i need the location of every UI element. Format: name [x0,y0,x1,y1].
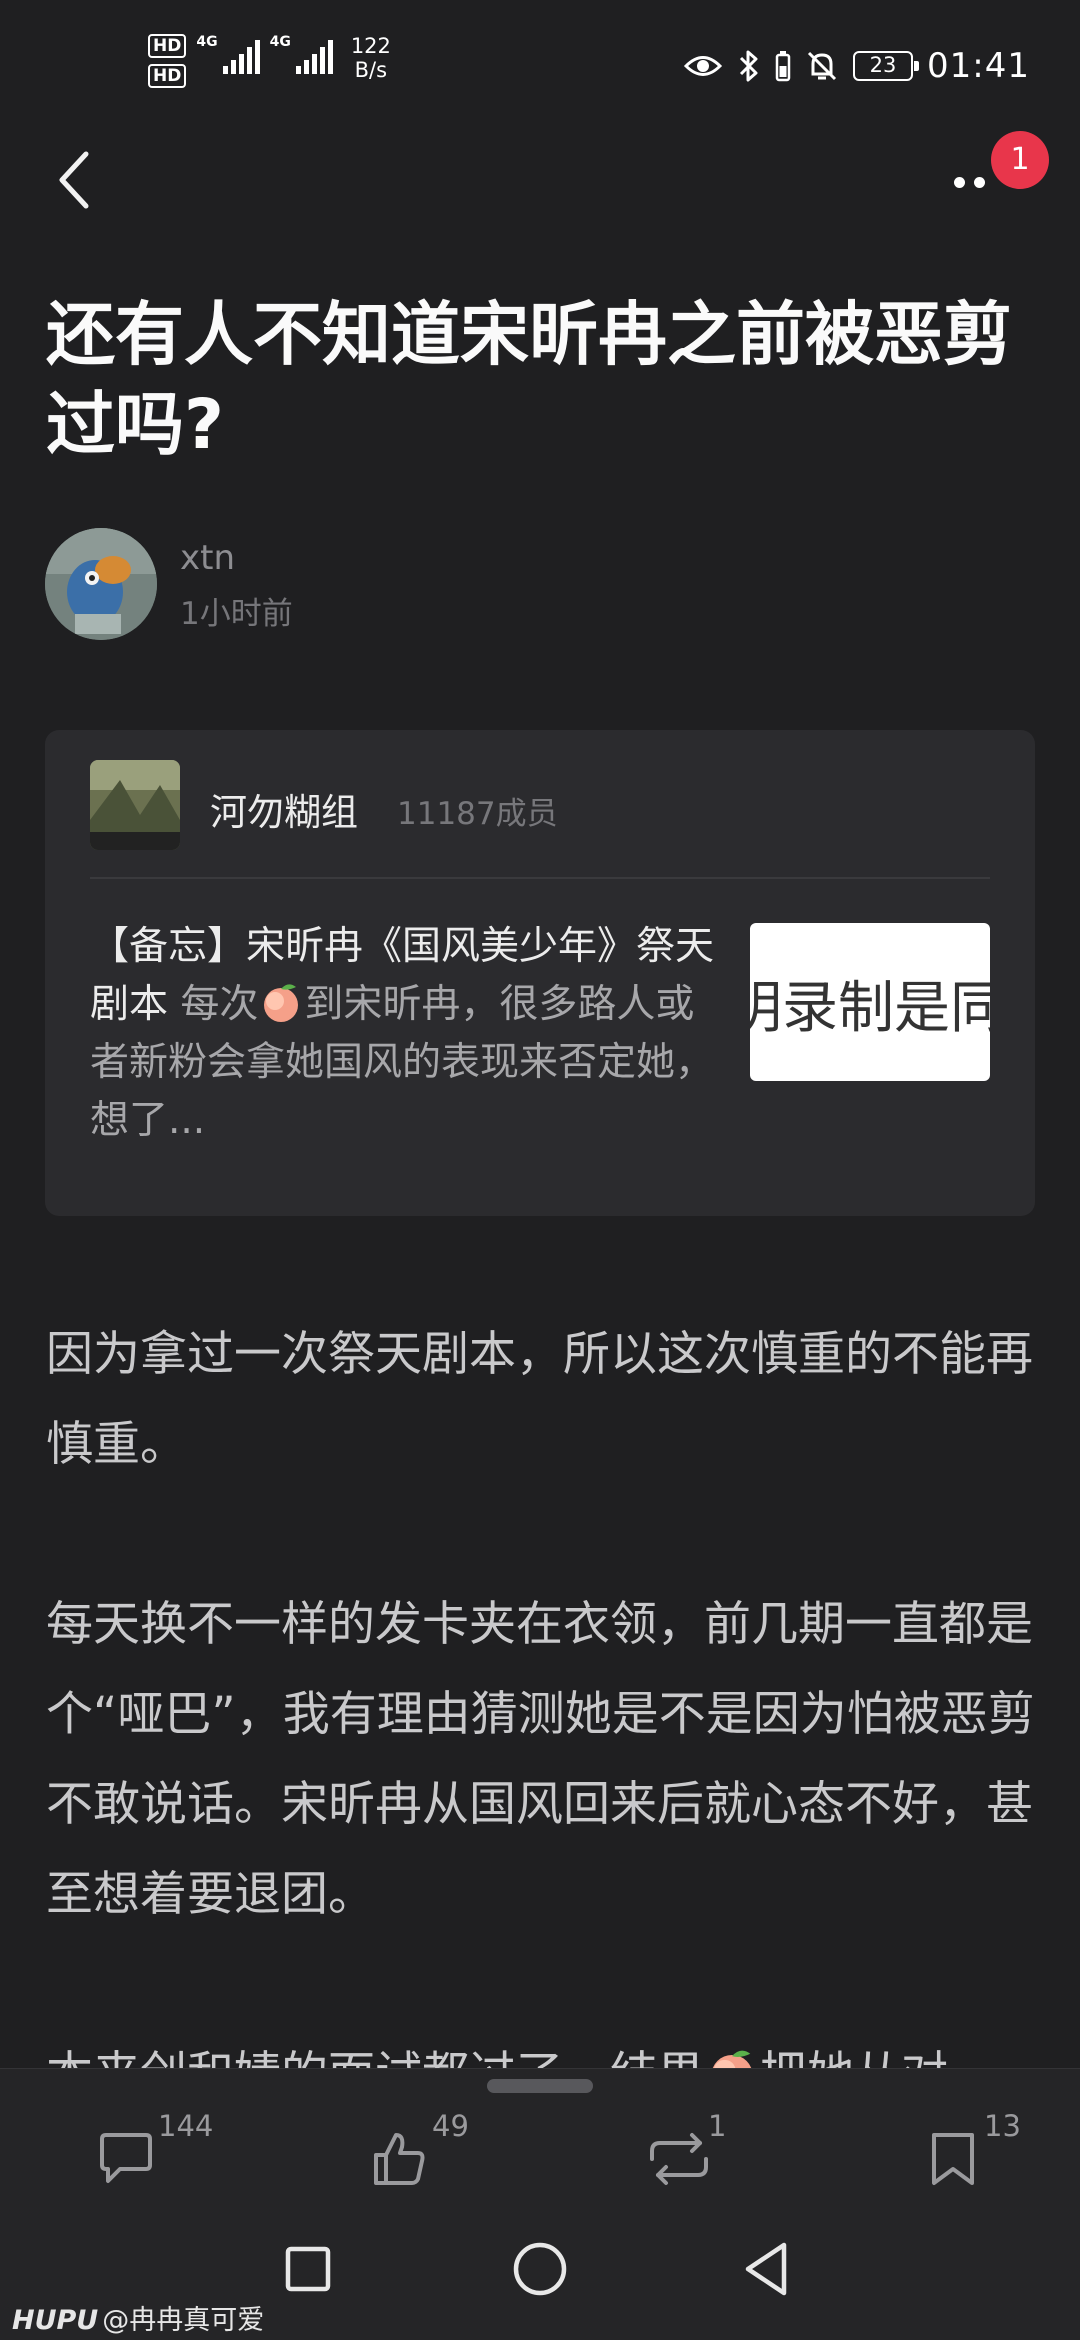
more-dots-icon [954,177,965,188]
like-button[interactable]: 49 [372,2109,482,2209]
drag-handle[interactable] [487,2079,593,2093]
system-back-button[interactable] [728,2229,808,2309]
more-dots-icon [974,177,985,188]
network-type-1: 4G [196,34,218,50]
comment-button[interactable]: 144 [98,2109,228,2209]
eye-icon [683,56,723,76]
bookmark-icon [932,2133,974,2185]
repost-count: 1 [708,2109,727,2143]
battery-small-icon [775,51,791,82]
body-paragraph-2: 每天换不一样的发卡夹在衣领，前几期一直都是个“哑巴”，我有理由猜测她是不是因为怕… [46,1597,1035,1922]
quoted-post-image-text: 明录制是同 [750,976,990,1041]
network-speed: 122 B/s [351,34,391,82]
thumbs-up-icon [374,2133,425,2185]
bluetooth-icon [739,50,758,82]
author-name[interactable]: xtn [180,538,235,578]
post-time: 1小时前 [180,596,293,632]
body-paragraph-1: 因为拿过一次祭天剧本，所以这次慎重的不能再慎重。 [46,1327,1033,1472]
quoted-post-card[interactable]: 河勿糊组 11187成员 【备忘】宋昕冉《国风美少年》祭天剧本 每次 到宋昕冉，很… [45,730,1035,1216]
system-status: 23 01:41 [683,46,1030,86]
group-thumbnail[interactable] [90,760,180,850]
screen: HD HD 4G 4G 122 B/s 23 01:41 1 还有人不知道宋昕冉… [0,0,1080,2340]
battery-indicator: 23 [853,51,920,81]
quoted-post-snippet-a: 每次 [168,982,259,1027]
clock: 01:41 [927,46,1030,86]
network-type-2: 4G [269,34,291,50]
circle-icon [513,2242,567,2296]
peach-emoji-icon [264,984,299,1022]
hd-indicators: HD HD [148,34,187,88]
comment-icon [100,2133,152,2183]
network-status: HD HD 4G 4G 122 B/s [148,34,391,88]
avatar-image [45,528,157,640]
signal-icon-2: 4G [270,34,333,74]
network-speed-value: 122 [350,34,391,58]
status-bar: HD HD 4G 4G 122 B/s 23 01:41 [0,0,1080,130]
hd-badge-2: HD [148,64,187,88]
triangle-back-icon [745,2242,787,2296]
avatar[interactable] [45,528,157,640]
post-title: 还有人不知道宋昕冉之前被恶剪过吗? [46,295,1012,465]
group-member-count: 11187成员 [397,796,558,832]
quoted-post-image[interactable]: 明录制是同 [750,923,990,1081]
hd-badge-1: HD [148,34,187,58]
group-name[interactable]: 河勿糊组 [210,782,358,836]
repost-icon [650,2133,708,2185]
bookmark-button[interactable]: 13 [928,2109,1038,2209]
watermark-brand: HUPU [12,2305,99,2336]
signal-icon-1: 4G [196,34,260,74]
square-icon [285,2246,331,2292]
watermark: HUPU @冉冉真可爱 [12,2298,264,2337]
comment-count: 144 [158,2109,214,2143]
repost-button[interactable]: 1 [644,2109,744,2209]
like-count: 49 [432,2109,469,2143]
back-button[interactable] [52,142,112,222]
quoted-post-text[interactable]: 【备忘】宋昕冉《国风美少年》祭天剧本 每次 到宋昕冉，很多路人或者新粉会拿她国风的… [90,918,730,1150]
bookmark-count: 13 [984,2109,1021,2143]
chevron-left-icon [59,151,89,209]
bell-muted-icon [807,51,837,81]
home-button[interactable] [500,2229,580,2309]
card-divider [90,877,990,879]
network-speed-unit: B/s [354,58,388,82]
recent-apps-button[interactable] [268,2229,348,2309]
notification-badge[interactable]: 1 [991,131,1049,189]
watermark-user: @冉冉真可爱 [102,2305,265,2336]
group-thumbnail-image [90,760,180,850]
